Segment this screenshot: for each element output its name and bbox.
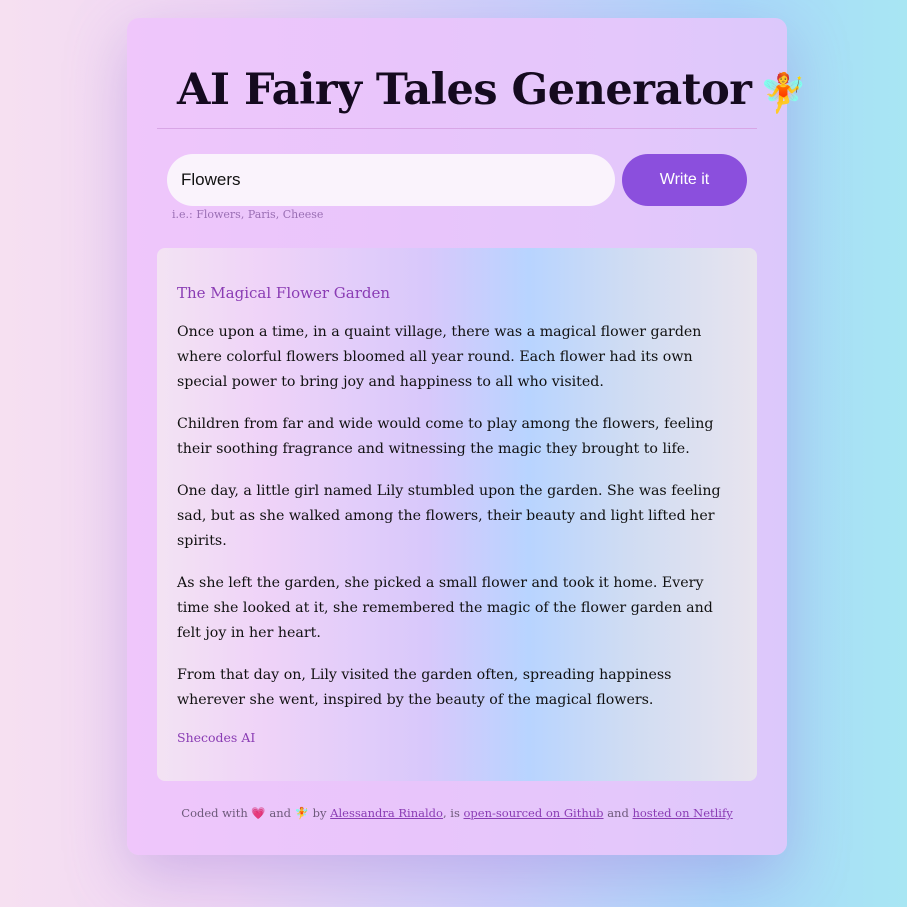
footer-is: , is xyxy=(442,806,460,820)
fairy-small-icon: 🧚 xyxy=(294,806,309,820)
page-title: AI Fairy Tales Generator 🧚 xyxy=(177,62,807,121)
search-input[interactable] xyxy=(167,154,615,206)
page-title-text: AI Fairy Tales Generator xyxy=(177,65,752,115)
app-card: AI Fairy Tales Generator🧚 i.e.: Flowers,… xyxy=(127,18,807,855)
search-hint: i.e.: Flowers, Paris, Cheese xyxy=(172,208,324,221)
footer-and-2: and xyxy=(607,806,629,820)
github-link[interactable]: open-sourced on Github xyxy=(464,806,604,820)
story-signature: Shecodes AI xyxy=(177,730,256,745)
footer: Coded with 💗 and 🧚 by Alessandra Rinaldo… xyxy=(127,806,787,820)
heart-icon: 💗 xyxy=(251,806,266,820)
story-paragraph: Once upon a time, in a quaint village, t… xyxy=(177,324,702,390)
footer-coded-with: Coded with xyxy=(181,806,248,820)
story-paragraph: One day, a little girl named Lily stumbl… xyxy=(177,483,721,549)
story-paragraph: As she left the garden, she picked a sma… xyxy=(177,575,713,641)
footer-and: and xyxy=(269,806,291,820)
footer-by: by xyxy=(312,806,327,820)
story-title: The Magical Flower Garden xyxy=(177,284,391,302)
header-divider xyxy=(157,128,757,129)
netlify-link[interactable]: hosted on Netlify xyxy=(632,806,732,820)
story-paragraph: Children from far and wide would come to… xyxy=(177,416,714,457)
author-link[interactable]: Alessandra Rinaldo xyxy=(330,806,443,820)
story-panel: The Magical Flower Garden Once upon a ti… xyxy=(157,248,757,781)
fairy-icon: 🧚 xyxy=(759,70,807,115)
write-it-button[interactable]: Write it xyxy=(622,154,747,206)
story-paragraph: From that day on, Lily visited the garde… xyxy=(177,667,672,708)
